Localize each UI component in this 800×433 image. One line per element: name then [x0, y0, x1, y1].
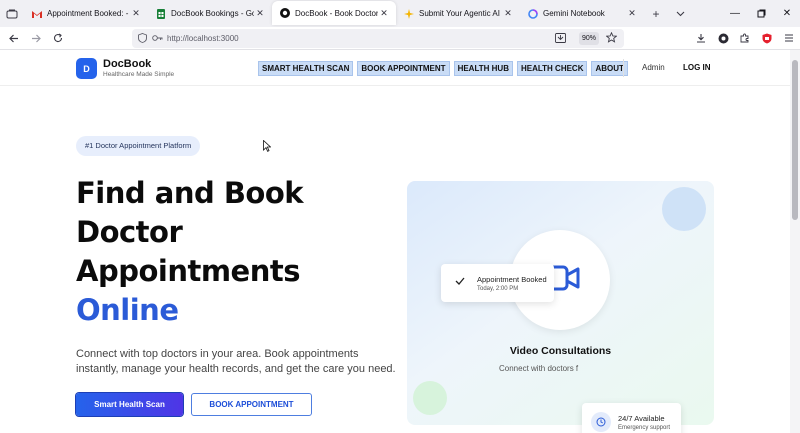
browser-tab-strip: Appointment Booked: - yyton ✕ DocBook Bo… [0, 0, 800, 27]
browser-navbar: http://localhost:3000 90% [0, 27, 800, 50]
gemini-icon [528, 8, 538, 19]
admin-link[interactable]: Admin [642, 63, 665, 72]
decorative-circle [413, 381, 447, 415]
tab-title: DocBook Bookings - Google S [171, 9, 254, 18]
booked-title: Appointment Booked [477, 275, 547, 284]
availability-subtitle: Emergency support [618, 425, 671, 431]
nav-health-hub[interactable]: HEALTH HUB [453, 61, 513, 76]
brand-name[interactable]: DocBook [103, 58, 151, 70]
chevron-down-icon[interactable] [668, 0, 692, 27]
hero-subtitle: Connect with top doctors in your area. B… [76, 348, 396, 375]
hero-title: Find and Book Doctor Appointments Online [76, 174, 304, 330]
minimize-icon[interactable]: — [722, 0, 748, 27]
close-tab-icon[interactable]: ✕ [254, 8, 266, 19]
close-window-icon[interactable]: ✕ [774, 0, 800, 27]
nav-health-check[interactable]: HEALTH CHECK [516, 61, 588, 76]
availability-title: 24/7 Available [618, 414, 665, 423]
tab-title: Gemini Notebook [543, 9, 605, 18]
extensions-icon[interactable] [734, 27, 756, 49]
shield-icon[interactable] [138, 32, 147, 45]
availability-card: 24/7 Available Emergency support [582, 403, 681, 433]
url-text[interactable]: http://localhost:3000 [167, 34, 239, 43]
address-bar[interactable]: http://localhost:3000 90% [132, 29, 624, 48]
download-icon[interactable] [690, 27, 712, 49]
close-tab-icon[interactable]: ✕ [626, 8, 638, 19]
video-consultations-subtitle: Connect with doctors f [499, 364, 579, 373]
sheets-icon [156, 8, 166, 19]
account-icon[interactable] [712, 27, 734, 49]
main-nav: SMART HEALTH SCAN BOOK APPOINTMENT HEALT… [258, 61, 628, 76]
close-tab-icon[interactable]: ✕ [502, 8, 514, 19]
scrollbar-thumb[interactable] [792, 60, 798, 220]
key-icon[interactable] [152, 34, 163, 44]
tab-title: DocBook - Book Doctor Appoi [295, 8, 378, 18]
clock-icon [591, 412, 611, 432]
brand-tagline: Healthcare Made Simple [103, 71, 175, 78]
booked-time: Today, 2:00 PM [477, 286, 519, 292]
web-page: D DocBook Healthcare Made Simple SMART H… [0, 50, 790, 433]
restore-icon[interactable] [748, 0, 774, 27]
reload-icon[interactable] [47, 27, 69, 49]
tab-title: Submit Your Agentic AI Proje [419, 9, 502, 18]
mouse-cursor-icon [263, 139, 272, 157]
brave-shield-icon[interactable] [756, 27, 778, 49]
hero-title-line: Doctor [76, 215, 183, 249]
smart-health-scan-button[interactable]: Smart Health Scan [76, 393, 183, 416]
checkmark-icon [455, 277, 465, 288]
appointment-booked-card: Appointment Booked Today, 2:00 PM [441, 264, 554, 302]
spark-icon [404, 8, 414, 19]
browser-tab-docbook[interactable]: DocBook - Book Doctor Appoi ✕ [272, 1, 396, 25]
reader-view-icon[interactable] [555, 33, 566, 45]
close-tab-icon[interactable]: ✕ [130, 8, 142, 19]
zoom-level[interactable]: 90% [578, 32, 599, 45]
browser-tab-gemini[interactable]: Gemini Notebook ✕ [520, 0, 644, 27]
new-tab-icon[interactable]: + [644, 0, 668, 27]
page-scrollbar[interactable] [790, 50, 800, 433]
hero-illustration-card: Video Consultations Connect with doctors… [407, 181, 714, 425]
forward-arrow-icon[interactable] [25, 27, 47, 49]
login-button[interactable]: LOG IN [683, 63, 711, 72]
hero-title-line: Find and Book [76, 176, 304, 210]
back-arrow-icon[interactable] [3, 27, 25, 49]
gmail-icon [32, 9, 42, 19]
browser-tab-agentic[interactable]: Submit Your Agentic AI Proje ✕ [396, 0, 520, 27]
site-header: D DocBook Healthcare Made Simple SMART H… [0, 50, 790, 86]
platform-badge: #1 Doctor Appointment Platform [76, 136, 201, 156]
book-appointment-button[interactable]: BOOK APPOINTMENT [191, 393, 312, 416]
tab-list-icon[interactable] [0, 0, 24, 27]
browser-tab-gmail[interactable]: Appointment Booked: - yyton ✕ [24, 0, 148, 27]
bookmark-star-icon[interactable] [605, 31, 618, 45]
close-tab-icon[interactable]: ✕ [378, 8, 390, 19]
video-consultations-title: Video Consultations [509, 345, 612, 357]
hero-title-line: Appointments [76, 254, 301, 288]
header-divider [623, 59, 624, 77]
decorative-circle [662, 187, 706, 231]
docbook-icon [280, 8, 290, 18]
browser-tab-sheets[interactable]: DocBook Bookings - Google S ✕ [148, 0, 272, 27]
menu-icon[interactable] [778, 27, 800, 49]
docbook-logo[interactable]: D [76, 58, 97, 79]
hero-title-accent: Online [76, 293, 179, 327]
tab-title: Appointment Booked: - yyton [47, 9, 130, 18]
nav-book-appointment[interactable]: BOOK APPOINTMENT [357, 61, 450, 76]
nav-smart-health-scan[interactable]: SMART HEALTH SCAN [258, 61, 354, 76]
